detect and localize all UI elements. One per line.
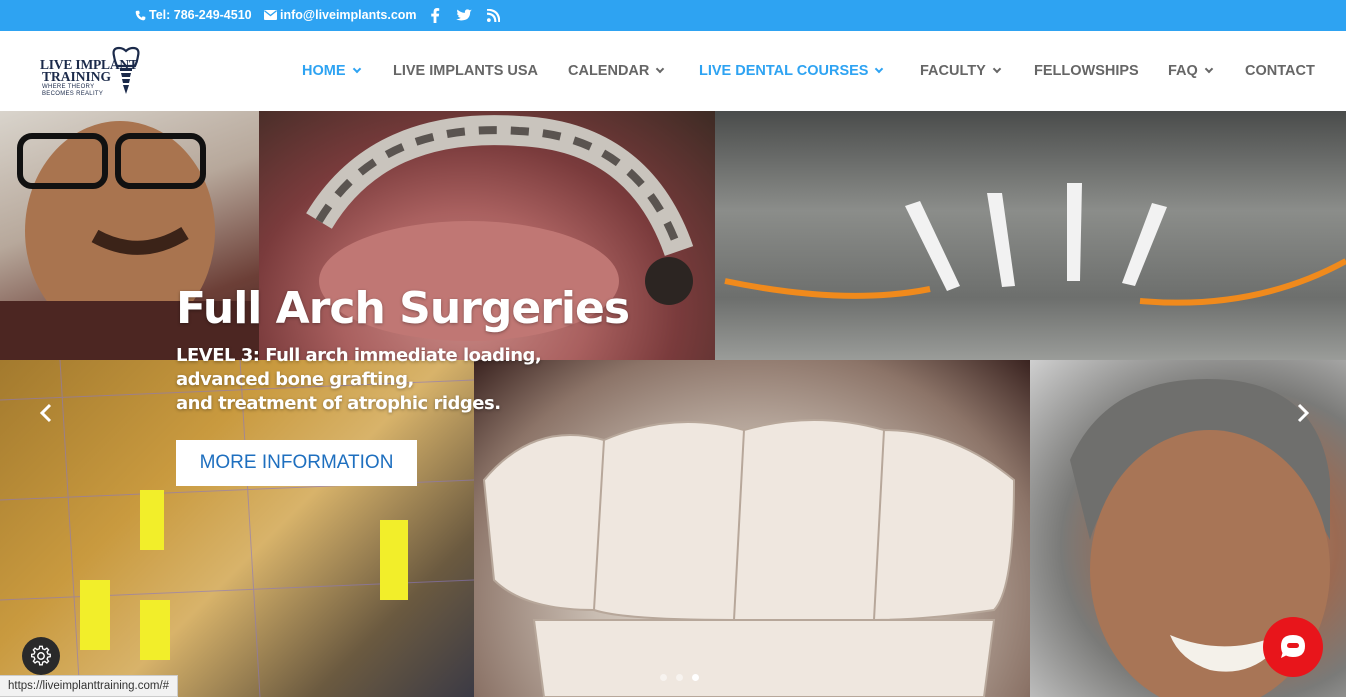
browser-status-url: https://liveimplanttraining.com/# (0, 675, 179, 697)
hero-subtitle-line-1: LEVEL 3: Full arch immediate loading, (176, 345, 542, 366)
slider-dot-2[interactable] (676, 674, 683, 681)
nav-item-label: HOME (302, 63, 346, 79)
nav-item-calendar[interactable]: CALENDAR (568, 63, 665, 79)
chevron-down-icon (992, 64, 1002, 74)
nav-item-label: LIVE DENTAL COURSES (699, 63, 869, 79)
nav-item-faq[interactable]: FAQ (1168, 63, 1214, 79)
nav-item-label: LIVE IMPLANTS USA (393, 63, 539, 79)
chevron-down-icon (352, 64, 361, 74)
hero-caption: Full Arch Surgeries LEVEL 3: Full arch i… (176, 283, 630, 486)
chevron-down-icon (656, 64, 665, 74)
hero-subtitle-line-2: advanced bone grafting, (176, 369, 414, 390)
chat-bubble-icon[interactable] (1263, 617, 1323, 677)
phone-icon (135, 10, 146, 20)
rss-icon[interactable] (484, 6, 502, 24)
chevron-down-icon (875, 64, 884, 74)
hero-slider: Full Arch Surgeries LEVEL 3: Full arch i… (0, 111, 1346, 697)
twitter-icon[interactable] (455, 6, 473, 24)
nav-item-label: CALENDAR (568, 63, 650, 79)
hero-subtitle-line-3: and treatment of atrophic ridges. (176, 393, 501, 414)
slider-dot-3[interactable] (692, 674, 699, 681)
hero-subtitle: LEVEL 3: Full arch immediate loading, ad… (176, 344, 629, 416)
settings-gear-icon[interactable] (22, 637, 60, 675)
slider-next-arrow-icon[interactable] (1293, 403, 1313, 423)
hero-image-xray (715, 111, 1346, 360)
nav-item-live-dental-courses[interactable]: LIVE DENTAL COURSES (699, 63, 884, 79)
hero-title: Full Arch Surgeries (176, 283, 630, 334)
nav-item-label: FAQ (1168, 63, 1198, 79)
envelope-icon (264, 10, 277, 20)
more-information-button[interactable]: MORE INFORMATION (176, 440, 417, 486)
top-bar: Tel: 786-249-4510 info@liveimplants.com (0, 0, 1346, 31)
slider-pagination (660, 674, 699, 681)
slider-dot-1[interactable] (660, 674, 667, 681)
phone-text: Tel: 786-249-4510 (149, 8, 252, 22)
email-contact[interactable]: info@liveimplants.com (264, 8, 417, 22)
nav-item-label: FELLOWSHIPS (1034, 63, 1139, 79)
email-text: info@liveimplants.com (280, 8, 417, 22)
nav-item-live-implants-usa[interactable]: LIVE IMPLANTS USA (393, 63, 538, 79)
main-nav: HOME LIVE IMPLANTS USA CALENDAR LIVE DEN… (0, 31, 1346, 111)
nav-item-label: FACULTY (920, 63, 986, 79)
site-header: LIVE IMPLANT TRAINING WHERE THEORY BECOM… (0, 31, 1346, 111)
slider-prev-arrow-icon[interactable] (36, 403, 56, 423)
nav-item-faculty[interactable]: FACULTY (920, 63, 1002, 79)
nav-item-fellowships[interactable]: FELLOWSHIPS (1034, 63, 1139, 79)
phone-contact[interactable]: Tel: 786-249-4510 (135, 8, 252, 22)
nav-item-label: CONTACT (1245, 63, 1315, 79)
facebook-icon[interactable] (426, 6, 444, 24)
nav-item-home[interactable]: HOME (302, 63, 361, 79)
chevron-down-icon (1204, 64, 1214, 74)
nav-item-contact[interactable]: CONTACT (1245, 63, 1315, 79)
